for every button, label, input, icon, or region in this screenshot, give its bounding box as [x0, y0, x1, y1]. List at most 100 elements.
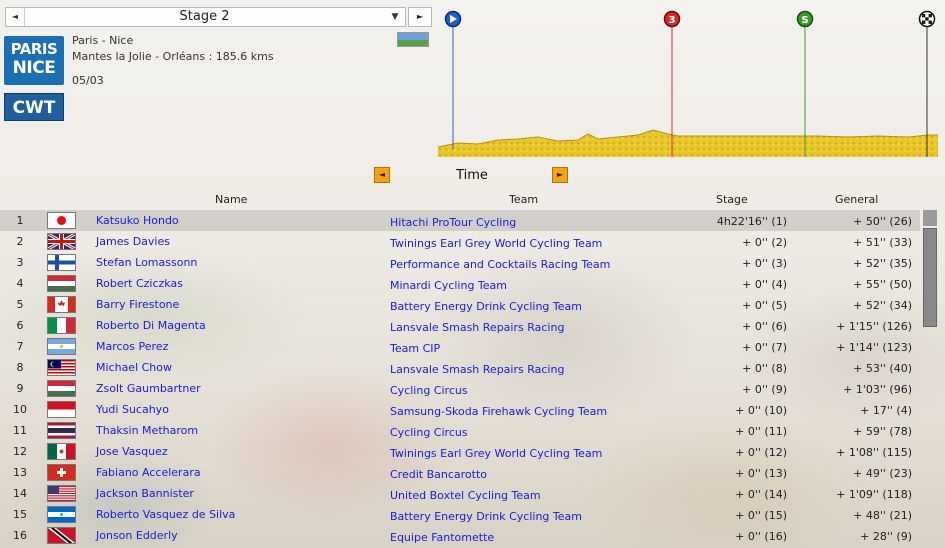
- rider-general-time: + 59'' (78): [853, 425, 912, 438]
- rider-general-time: + 48'' (21): [853, 509, 912, 522]
- table-row[interactable]: 5 Barry Firestone Battery Energy Drink Cyc…: [0, 294, 920, 315]
- rider-general-time: + 17'' (4): [860, 404, 912, 417]
- rider-name-link[interactable]: Zsolt Gaumbartner: [96, 378, 201, 399]
- rider-general-time: + 49'' (23): [853, 467, 912, 480]
- rider-team-link[interactable]: Twinings Earl Grey World Cycling Team: [390, 443, 602, 464]
- canada-flag-icon: [47, 296, 76, 313]
- rider-team-link[interactable]: Samsung-Skoda Firehawk Cycling Team: [390, 401, 607, 422]
- table-row[interactable]: 12 Jose Vasquez Twinings Earl Grey World C…: [0, 441, 920, 462]
- rider-general-time: + 1'08'' (115): [836, 446, 912, 459]
- rider-general-time: + 1'03'' (96): [843, 383, 912, 396]
- rider-team-link[interactable]: United Boxtel Cycling Team: [390, 485, 541, 506]
- race-date: 05/03: [72, 74, 104, 87]
- rider-name-link[interactable]: Marcos Perez: [96, 336, 168, 357]
- rider-name-link[interactable]: Robert Cziczkas: [96, 273, 183, 294]
- stage-profile-chart: 3 S: [438, 10, 938, 157]
- rider-general-time: + 53'' (40): [853, 362, 912, 375]
- rider-name-link[interactable]: Stefan Lomassonn: [96, 252, 197, 273]
- rider-name-link[interactable]: Fabiano Accelerara: [96, 462, 201, 483]
- stage-selector-label: Stage 2: [179, 9, 230, 24]
- table-row[interactable]: 2 James Davies Twinings Earl Grey World Cy…: [0, 231, 920, 252]
- start-marker-icon: [444, 10, 462, 28]
- rider-name-link[interactable]: Roberto Vasquez de Silva: [96, 504, 235, 525]
- table-row[interactable]: 6 Roberto Di Magenta Lansvale Smash Repair…: [0, 315, 920, 336]
- rider-stage-time: + 0'' (7): [742, 341, 787, 354]
- rider-team-link[interactable]: Battery Energy Drink Cycling Team: [390, 506, 582, 527]
- hungary-flag-icon: [47, 275, 76, 292]
- table-row[interactable]: 16 Jonson Edderly Equipe Fantomette + 0'' (…: [0, 525, 920, 546]
- scrollbar-thumb[interactable]: [923, 228, 937, 327]
- sprint-marker-label: S: [801, 15, 808, 26]
- scrollbar[interactable]: [922, 210, 938, 548]
- table-row[interactable]: 4 Robert Cziczkas Minardi Cycling Team + 0'…: [0, 273, 920, 294]
- thailand-flag-icon: [47, 422, 76, 439]
- table-row[interactable]: 15 Roberto Vasquez de Silva Battery Energy…: [0, 504, 920, 525]
- rider-team-link[interactable]: Cycling Circus: [390, 380, 468, 401]
- table-row[interactable]: 13 Fabiano Accelerara Credit Bancarotto + 0…: [0, 462, 920, 483]
- next-stage-button[interactable]: ►: [408, 7, 432, 27]
- rider-name-link[interactable]: Jose Vasquez: [96, 441, 168, 462]
- table-row[interactable]: 10 Yudi Sucahyo Samsung-Skoda Firehawk Cyc…: [0, 399, 920, 420]
- rider-position: 10: [13, 403, 27, 416]
- table-row[interactable]: 7 Marcos Perez Team CIP + 0'' (7) + 1'14'' (…: [0, 336, 920, 357]
- sort-prev-button[interactable]: ◄: [374, 167, 390, 183]
- prev-stage-button[interactable]: ◄: [6, 8, 25, 26]
- table-row[interactable]: 1 Katsuko Hondo Hitachi ProTour Cycling 4h2…: [0, 210, 920, 231]
- rider-team-link[interactable]: Twinings Earl Grey World Cycling Team: [390, 233, 602, 254]
- indonesia-flag-icon: [47, 401, 76, 418]
- climb-marker-icon: 3: [663, 10, 681, 28]
- rider-general-time: + 1'09'' (118): [836, 488, 912, 501]
- rider-stage-time: + 0'' (4): [742, 278, 787, 291]
- italy-flag-icon: [47, 317, 76, 334]
- column-header-general[interactable]: General: [835, 193, 878, 206]
- rider-name-link[interactable]: Thaksin Metharom: [96, 420, 198, 441]
- rider-team-link[interactable]: Hitachi ProTour Cycling: [390, 212, 516, 233]
- scrollbar-top-cap[interactable]: [923, 210, 937, 226]
- sort-next-button[interactable]: ►: [552, 167, 568, 183]
- column-header-team[interactable]: Team: [509, 193, 538, 206]
- rider-stage-time: + 0'' (9): [742, 383, 787, 396]
- rider-name-link[interactable]: James Davies: [96, 231, 170, 252]
- rider-general-time: + 28'' (9): [860, 530, 912, 543]
- rider-position: 2: [16, 235, 24, 248]
- rider-team-link[interactable]: Battery Energy Drink Cycling Team: [390, 296, 582, 317]
- rider-name-link[interactable]: Jonson Edderly: [96, 525, 178, 546]
- race-info: Paris - Nice Mantes la Jolie - Orléans :…: [72, 33, 274, 65]
- rider-name-link[interactable]: Roberto Di Magenta: [96, 315, 206, 336]
- chevron-down-icon[interactable]: ▼: [385, 8, 405, 26]
- rider-team-link[interactable]: Lansvale Smash Repairs Racing: [390, 359, 564, 380]
- finish-marker-icon: [918, 10, 936, 28]
- stage-selector[interactable]: ◄ Stage 2 ▼: [5, 7, 406, 27]
- rider-name-link[interactable]: Barry Firestone: [96, 294, 179, 315]
- rider-name-link[interactable]: Katsuko Hondo: [96, 210, 179, 231]
- rider-position: 4: [16, 277, 24, 290]
- table-row[interactable]: 14 Jackson Bannister United Boxtel Cycling…: [0, 483, 920, 504]
- rider-team-link[interactable]: Equipe Fantomette: [390, 527, 494, 548]
- table-row[interactable]: 3 Stefan Lomassonn Performance and Cocktai…: [0, 252, 920, 273]
- rider-team-link[interactable]: Performance and Cocktails Racing Team: [390, 254, 610, 275]
- rider-name-link[interactable]: Michael Chow: [96, 357, 172, 378]
- rider-team-link[interactable]: Credit Bancarotto: [390, 464, 487, 485]
- rider-stage-time: + 0'' (8): [742, 362, 787, 375]
- mexico-flag-icon: [47, 443, 76, 460]
- rider-stage-time: + 0'' (5): [742, 299, 787, 312]
- rider-position: 15: [13, 508, 27, 521]
- rider-team-link[interactable]: Minardi Cycling Team: [390, 275, 507, 296]
- rider-team-link[interactable]: Lansvale Smash Repairs Racing: [390, 317, 564, 338]
- rider-stage-time: 4h22'16'' (1): [716, 215, 787, 228]
- argentina-flag-icon: [47, 338, 76, 355]
- column-header-stage[interactable]: Stage: [716, 193, 748, 206]
- table-row[interactable]: 11 Thaksin Metharom Cycling Circus + 0'' (1…: [0, 420, 920, 441]
- rider-stage-time: + 0'' (10): [735, 404, 787, 417]
- rider-general-time: + 52'' (35): [853, 257, 912, 270]
- race-category-badge: CWT: [4, 93, 64, 121]
- usa-flag-icon: [47, 485, 76, 502]
- table-row[interactable]: 9 Zsolt Gaumbartner Cycling Circus + 0'' (9…: [0, 378, 920, 399]
- rider-name-link[interactable]: Yudi Sucahyo: [96, 399, 169, 420]
- uk-flag-icon: [47, 233, 76, 250]
- rider-team-link[interactable]: Cycling Circus: [390, 422, 468, 443]
- table-row[interactable]: 8 Michael Chow Lansvale Smash Repairs Raci…: [0, 357, 920, 378]
- rider-team-link[interactable]: Team CIP: [390, 338, 440, 359]
- column-header-name[interactable]: Name: [215, 193, 247, 206]
- rider-name-link[interactable]: Jackson Bannister: [96, 483, 194, 504]
